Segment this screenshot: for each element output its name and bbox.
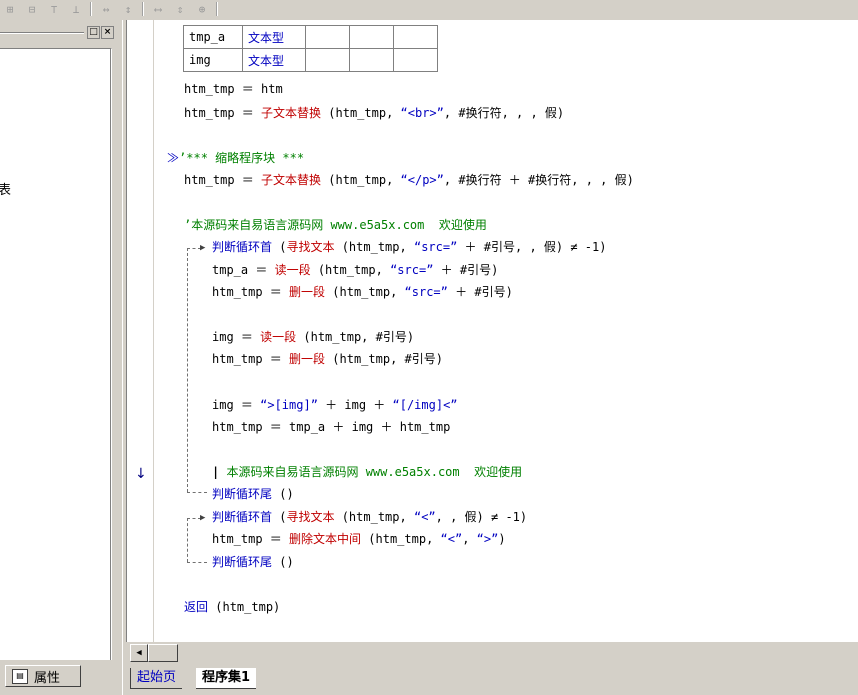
variable-cell[interactable] [305,25,350,49]
minimize-icon[interactable]: □ [87,26,100,39]
code-line[interactable]: tmp_a ＝ 读一段 (htm_tmp, “src=” ＋ #引号) [212,261,498,279]
same-size-icon[interactable]: ⊕ [192,1,212,19]
code-line[interactable]: 判断循环首 (寻找文本 (htm_tmp, “src=” ＋ #引号, , 假)… [212,238,606,256]
comment-line[interactable]: | 本源码来自易语言源码网 www.e5a5x.com 欢迎使用 [212,463,522,481]
properties-tab[interactable]: ▤ 属性 [5,665,81,687]
variable-table: tmp_a 文本型 img 文本型 [183,25,438,72]
scroll-left-icon[interactable]: ◀ [130,644,148,662]
properties-tab-label: 属性 [34,671,61,686]
align-left-icon[interactable]: ⊞ [0,1,20,19]
same-width-icon[interactable]: ⟷ [148,1,168,19]
panel-content: 表 [0,48,112,660]
variable-row: tmp_a 文本型 [183,25,438,49]
code-line[interactable]: 判断循环尾 () [212,553,294,571]
document-tabs: 起始页 程序集1 [126,664,858,695]
code-line[interactable]: img ＝ “>[img]” ＋ img ＋ “[/img]<” [212,396,458,414]
close-icon[interactable]: × [101,26,114,39]
code-line[interactable]: htm_tmp ＝ 删除文本中间 (htm_tmp, “<”, “>”) [212,530,506,548]
variable-type[interactable]: 文本型 [242,25,306,49]
editor-gutter: ↓ [127,20,153,642]
align-top-icon[interactable]: ⊤ [44,1,64,19]
clipped-label: 表 [0,183,12,198]
alignment-toolbar: ⊞ ⊟ ⊤ ⊥ ↔ ↕ ⟷ ⇕ ⊕ [0,0,858,21]
variable-cell[interactable] [393,48,438,72]
code-line[interactable]: htm_tmp ＝ 删一段 (htm_tmp, #引号) [212,350,443,368]
code-line[interactable]: ≫’*** 缩略程序块 *** [167,149,304,167]
scroll-thumb[interactable] [148,644,178,662]
collapse-marker-icon: ≫ [167,151,180,165]
same-height-icon[interactable]: ⇕ [170,1,190,19]
tab-start-page[interactable]: 起始页 [130,668,183,689]
code-line[interactable]: 判断循环尾 () [212,485,294,503]
left-panel: □ × 表 ▤ 属性 [0,20,122,695]
code-line[interactable]: 返回 (htm_tmp) [184,598,280,616]
code-line[interactable]: htm_tmp ＝ 删一段 (htm_tmp, “src=” ＋ #引号) [212,283,513,301]
variable-cell[interactable] [305,48,350,72]
code-line[interactable]: 判断循环首 (寻找文本 (htm_tmp, “<”, , 假) ≠ -1) [212,508,527,526]
text-caret: | [212,465,220,479]
current-line-marker-icon: ↓ [135,466,147,482]
space-vertical-icon[interactable]: ↕ [118,1,138,19]
code-line[interactable]: htm_tmp ＝ 子文本替换 (htm_tmp, “</p>”, #换行符 ＋… [184,171,634,189]
align-right-icon[interactable]: ⊥ [66,1,86,19]
code-line[interactable]: htm_tmp ＝ 子文本替换 (htm_tmp, “<br>”, #换行符, … [184,104,564,122]
code-line[interactable]: htm_tmp ＝ htm [184,80,283,98]
variable-cell[interactable] [349,48,394,72]
space-horizontal-icon[interactable]: ↔ [96,1,116,19]
code-editor[interactable]: ↓ tmp_a 文本型 img 文本型 htm_tmp ＝ htm htm_tm… [126,20,858,642]
tab-program-set[interactable]: 程序集1 [196,668,257,689]
panel-titlebar: □ × [0,26,118,39]
align-center-icon[interactable]: ⊟ [22,1,42,19]
variable-row: img 文本型 [183,48,438,72]
variable-cell[interactable] [349,25,394,49]
horizontal-scrollbar[interactable]: ◀ [126,642,858,664]
variable-cell[interactable] [393,25,438,49]
properties-icon: ▤ [12,669,28,684]
variable-name[interactable]: img [183,48,243,72]
comment-line[interactable]: ’本源码来自易语言源码网 www.e5a5x.com 欢迎使用 [184,216,487,234]
variable-type[interactable]: 文本型 [242,48,306,72]
code-line[interactable]: htm_tmp ＝ tmp_a ＋ img ＋ htm_tmp [212,418,450,436]
code-line[interactable]: img ＝ 读一段 (htm_tmp, #引号) [212,328,414,346]
variable-name[interactable]: tmp_a [183,25,243,49]
